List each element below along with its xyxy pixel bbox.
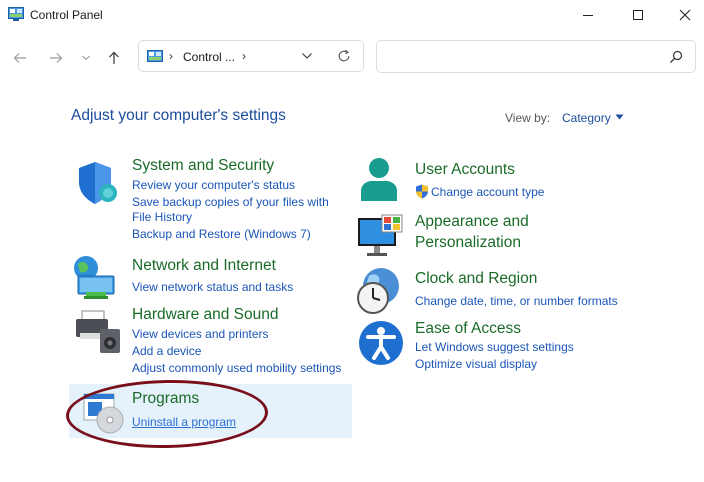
maximize-icon xyxy=(633,10,643,20)
minimize-icon xyxy=(583,15,593,16)
link-windows-suggest[interactable]: Let Windows suggest settings xyxy=(415,340,574,354)
chevron-down-icon xyxy=(82,55,90,61)
arrow-up-icon xyxy=(109,51,119,64)
maximize-button[interactable] xyxy=(615,0,661,30)
view-by-label: View by: xyxy=(505,111,551,125)
category-personalization[interactable]: Personalization xyxy=(415,234,521,252)
up-button[interactable] xyxy=(104,48,124,68)
search-icon xyxy=(670,50,683,63)
link-change-account-type[interactable]: Change account type xyxy=(431,185,544,199)
category-system-security[interactable]: System and Security xyxy=(132,157,274,175)
title-bar: Control Panel xyxy=(0,0,704,30)
recent-locations-button[interactable] xyxy=(76,48,96,68)
accessibility-icon[interactable] xyxy=(358,320,404,366)
caret-down-icon[interactable] xyxy=(615,114,624,120)
link-file-history[interactable]: File History xyxy=(132,210,192,224)
link-date-time-formats[interactable]: Change date, time, or number formats xyxy=(415,294,618,308)
arrow-left-icon xyxy=(13,53,26,63)
minimize-button[interactable] xyxy=(565,0,611,30)
chevron-down-icon[interactable] xyxy=(301,51,313,61)
view-by-dropdown[interactable]: Category xyxy=(562,111,611,125)
close-icon xyxy=(679,9,691,21)
printer-speaker-icon[interactable] xyxy=(74,309,122,355)
breadcrumb-separator[interactable]: › xyxy=(242,49,246,63)
category-appearance[interactable]: Appearance and xyxy=(415,213,529,231)
category-user-accounts[interactable]: User Accounts xyxy=(415,161,515,179)
link-backup-restore[interactable]: Backup and Restore (Windows 7) xyxy=(132,227,311,241)
search-input[interactable] xyxy=(376,40,696,73)
link-network-status[interactable]: View network status and tasks xyxy=(132,280,293,294)
breadcrumb-control-panel[interactable]: Control ... xyxy=(183,50,235,64)
shield-icon[interactable] xyxy=(75,160,119,206)
breadcrumb-separator[interactable]: › xyxy=(169,49,173,63)
page-title: Adjust your computer's settings xyxy=(71,107,286,124)
control-panel-icon xyxy=(147,50,163,62)
clock-globe-icon[interactable] xyxy=(355,266,403,316)
link-mobility-settings[interactable]: Adjust commonly used mobility settings xyxy=(132,361,341,375)
refresh-icon[interactable] xyxy=(337,49,351,63)
category-network-internet[interactable]: Network and Internet xyxy=(132,257,276,275)
link-save-backup[interactable]: Save backup copies of your files with xyxy=(132,195,329,209)
close-button[interactable] xyxy=(662,0,704,30)
user-icon[interactable] xyxy=(358,157,400,203)
uac-shield-icon xyxy=(416,184,428,199)
link-optimize-display[interactable]: Optimize visual display xyxy=(415,357,537,371)
category-ease-of-access[interactable]: Ease of Access xyxy=(415,320,521,338)
category-hardware-sound[interactable]: Hardware and Sound xyxy=(132,306,279,324)
arrow-right-icon xyxy=(50,53,63,63)
forward-button[interactable] xyxy=(46,48,66,68)
control-panel-icon xyxy=(8,7,24,21)
link-review-status[interactable]: Review your computer's status xyxy=(132,178,295,192)
address-bar[interactable]: › Control ... › xyxy=(138,40,364,72)
network-globe-icon[interactable] xyxy=(72,254,120,300)
window-title: Control Panel xyxy=(30,8,103,22)
back-button[interactable] xyxy=(10,48,30,68)
category-clock-region[interactable]: Clock and Region xyxy=(415,270,537,288)
monitor-personalization-icon[interactable] xyxy=(356,214,404,258)
link-devices-printers[interactable]: View devices and printers xyxy=(132,327,269,341)
link-add-device[interactable]: Add a device xyxy=(132,344,201,358)
